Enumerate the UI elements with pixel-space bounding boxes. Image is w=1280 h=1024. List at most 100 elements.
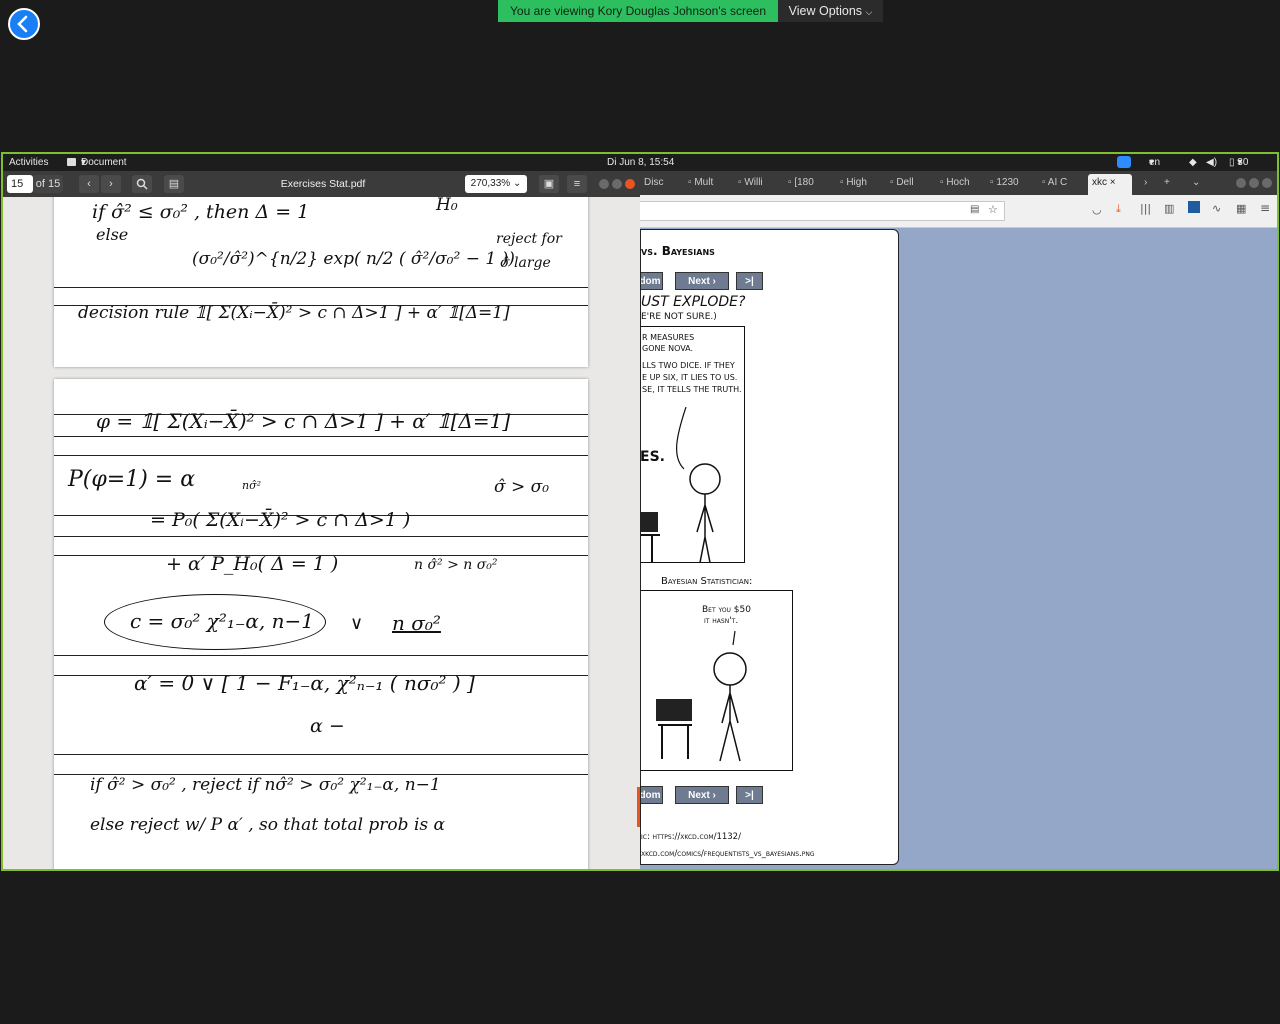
bookmark-star-icon[interactable]: ☆ [988, 203, 998, 216]
tab-label: [180 [794, 177, 814, 188]
document-viewer-toolbar: 15 of 15 ‹ › ▤ Exercises Stat.pdf 270,33… [3, 171, 640, 197]
library-icon[interactable]: ||| [1140, 202, 1151, 215]
browser-tab-active[interactable]: xkc × [1088, 174, 1132, 195]
browser-tab[interactable]: ▫ Mult [688, 174, 724, 192]
zoom-select[interactable]: 270,33% ⌄ [465, 175, 527, 193]
network-icon[interactable]: ◆ [1189, 154, 1197, 171]
clock[interactable]: Di Jun 8, 15:54 [607, 154, 674, 171]
last-button[interactable]: >| [736, 272, 763, 290]
comic-caption: it hasn't. [704, 616, 739, 626]
tab-label: AI C [1047, 177, 1068, 188]
note-line: n σ̂² > n σ₀² [414, 557, 498, 573]
search-button[interactable] [132, 175, 152, 193]
tab-favicon-icon: ▫ [940, 177, 944, 188]
hamburger-icon[interactable]: ≡ [1260, 201, 1270, 215]
browser-tab[interactable]: ▫ Dell [890, 174, 926, 192]
extension-icon[interactable] [1188, 201, 1200, 213]
xkcd-comic-page: vs. Bayesians dom Next › >| UST EXPLODE?… [640, 229, 899, 865]
new-tab-button[interactable]: + [1164, 174, 1178, 192]
browser-tab[interactable]: ▫ High [840, 174, 876, 192]
browser-tab[interactable]: ▫ AI C [1042, 174, 1078, 192]
next-page-button[interactable]: › [101, 175, 121, 193]
grid-icon[interactable]: ▦ [1236, 202, 1246, 215]
browser-tab[interactable]: ▫ Hoch [940, 174, 978, 192]
browser-tab[interactable]: ▫ Willi [738, 174, 774, 192]
tab-scroll-right-button[interactable]: › [1144, 174, 1156, 192]
reader-view-icon[interactable]: ▤ [970, 204, 979, 215]
previous-page-button[interactable]: ‹ [79, 175, 99, 193]
pocket-icon[interactable]: ◡ [1092, 203, 1102, 216]
chevron-down-icon: ⌵ [865, 7, 873, 17]
ruled-line [54, 305, 588, 306]
tab-label: High [846, 177, 867, 188]
last-button[interactable]: >| [736, 786, 763, 804]
image-url-text[interactable]: xkcd.com/comics/frequentists_vs_bayesian… [641, 849, 814, 859]
save-button[interactable]: ▣ [539, 175, 559, 193]
comic-panel-2: Bet you $50 it hasn't. [641, 590, 793, 771]
random-button[interactable]: dom [641, 272, 663, 290]
minimize-button[interactable] [1236, 178, 1246, 188]
url-bar[interactable]: ▤ ☆ [640, 201, 1005, 221]
comic-caption: GONE NOVA. [642, 344, 694, 353]
permalink-text[interactable]: ic: https://xkcd.com/1132/ [641, 832, 741, 842]
document-content[interactable]: if σ̂² ≤ σ₀² , then Δ = 1 H₀ else (σ₀²/σ… [3, 197, 640, 869]
annotations-button[interactable]: ▤ [164, 175, 184, 193]
ruled-line [54, 655, 588, 656]
maximize-button[interactable] [612, 179, 622, 189]
tab-label: 1230 [996, 177, 1019, 188]
activities-button[interactable]: Activities [9, 154, 48, 171]
comic-caption: Bet you $50 [702, 605, 751, 615]
back-button[interactable] [8, 8, 40, 40]
zoom-level: 270,33% [470, 178, 511, 189]
comic-caption: LLS TWO DICE. IF THEY [642, 361, 735, 370]
app-menu[interactable]: Document Viewer ▾ [81, 154, 127, 185]
comic-subheading: E'RE NOT SURE.) [641, 312, 717, 322]
minimize-button[interactable] [599, 179, 609, 189]
tab-label: Dell [896, 177, 914, 188]
tab-favicon-icon: ▫ [990, 177, 994, 188]
ruled-line [54, 455, 588, 456]
download-icon[interactable]: ⤓ [1116, 202, 1121, 216]
browser-tab[interactable]: ▫ [180 [788, 174, 824, 192]
next-button[interactable]: Next › [675, 272, 729, 290]
tab-list-button[interactable]: ⌄ [1192, 174, 1204, 192]
close-button[interactable] [625, 179, 635, 189]
chevron-right-icon: › [109, 178, 113, 190]
comic-image[interactable]: UST EXPLODE? E'RE NOT SURE.) R MEASURES … [641, 292, 797, 572]
note-line: α − [310, 715, 345, 737]
page-number-input[interactable]: 15 [7, 175, 33, 193]
battery-indicator[interactable]: ▯ 30 % ▾ [1229, 154, 1248, 185]
tab-favicon-icon: ▫ [688, 177, 692, 188]
document-title: Exercises Stat.pdf [280, 178, 366, 190]
document-icon: ▤ [168, 178, 180, 190]
tab-label: Mult [694, 177, 714, 188]
page-total: of 15 [33, 175, 63, 193]
firefox-tab-bar: Disc ▫ Mult ▫ Willi ▫ [180 ▫ High ▫ Dell… [640, 171, 1277, 195]
comic-title: vs. Bayesians [641, 244, 715, 258]
hamburger-icon: ≡ [573, 178, 581, 190]
comic-caption: E UP SIX, IT LIES TO US. [642, 373, 738, 382]
sidebar-icon[interactable]: ▥ [1164, 202, 1174, 215]
comic-caption: SE, IT TELLS THE TRUTH. [642, 385, 742, 394]
view-options-button[interactable]: View Options ⌵ [778, 0, 883, 22]
note-line: decision rule 𝟙[ Σ(Xᵢ−X̄)² > c ∩ Δ>1 ] +… [78, 303, 510, 323]
note-line: (σ₀²/σ̂²)^{n/2} exp( n/2 ( σ̂²/σ₀² − 1 )… [192, 249, 515, 269]
random-button[interactable]: dom [641, 786, 663, 804]
maximize-button[interactable] [1249, 178, 1259, 188]
note-line: α′ = 0 ∨ [ 1 − F₁₋α, χ²ₙ₋₁ ( nσ₀² ) ] [134, 671, 475, 695]
zoom-tray-icon[interactable] [1117, 156, 1131, 168]
extension-icon[interactable]: ∿ [1212, 202, 1221, 215]
browser-tab[interactable]: ▫ 1230 [990, 174, 1028, 192]
volume-icon[interactable]: ◀) [1206, 154, 1217, 171]
menu-button[interactable]: ≡ [567, 175, 587, 193]
note-line: ∨ [350, 613, 364, 634]
next-button[interactable]: Next › [675, 786, 729, 804]
close-button[interactable] [1262, 178, 1272, 188]
browser-tab[interactable]: Disc [644, 174, 684, 192]
tab-label: xkc [1092, 177, 1107, 188]
note-line: = P₀( Σ(Xᵢ−X̄)² > c ∩ Δ>1 ) [150, 509, 411, 531]
note-line: else [96, 225, 129, 244]
document-save-icon: ▣ [543, 178, 555, 190]
language-indicator[interactable]: en ▾ [1149, 154, 1160, 171]
document-viewer-window: 15 of 15 ‹ › ▤ Exercises Stat.pdf 270,33… [3, 171, 640, 869]
